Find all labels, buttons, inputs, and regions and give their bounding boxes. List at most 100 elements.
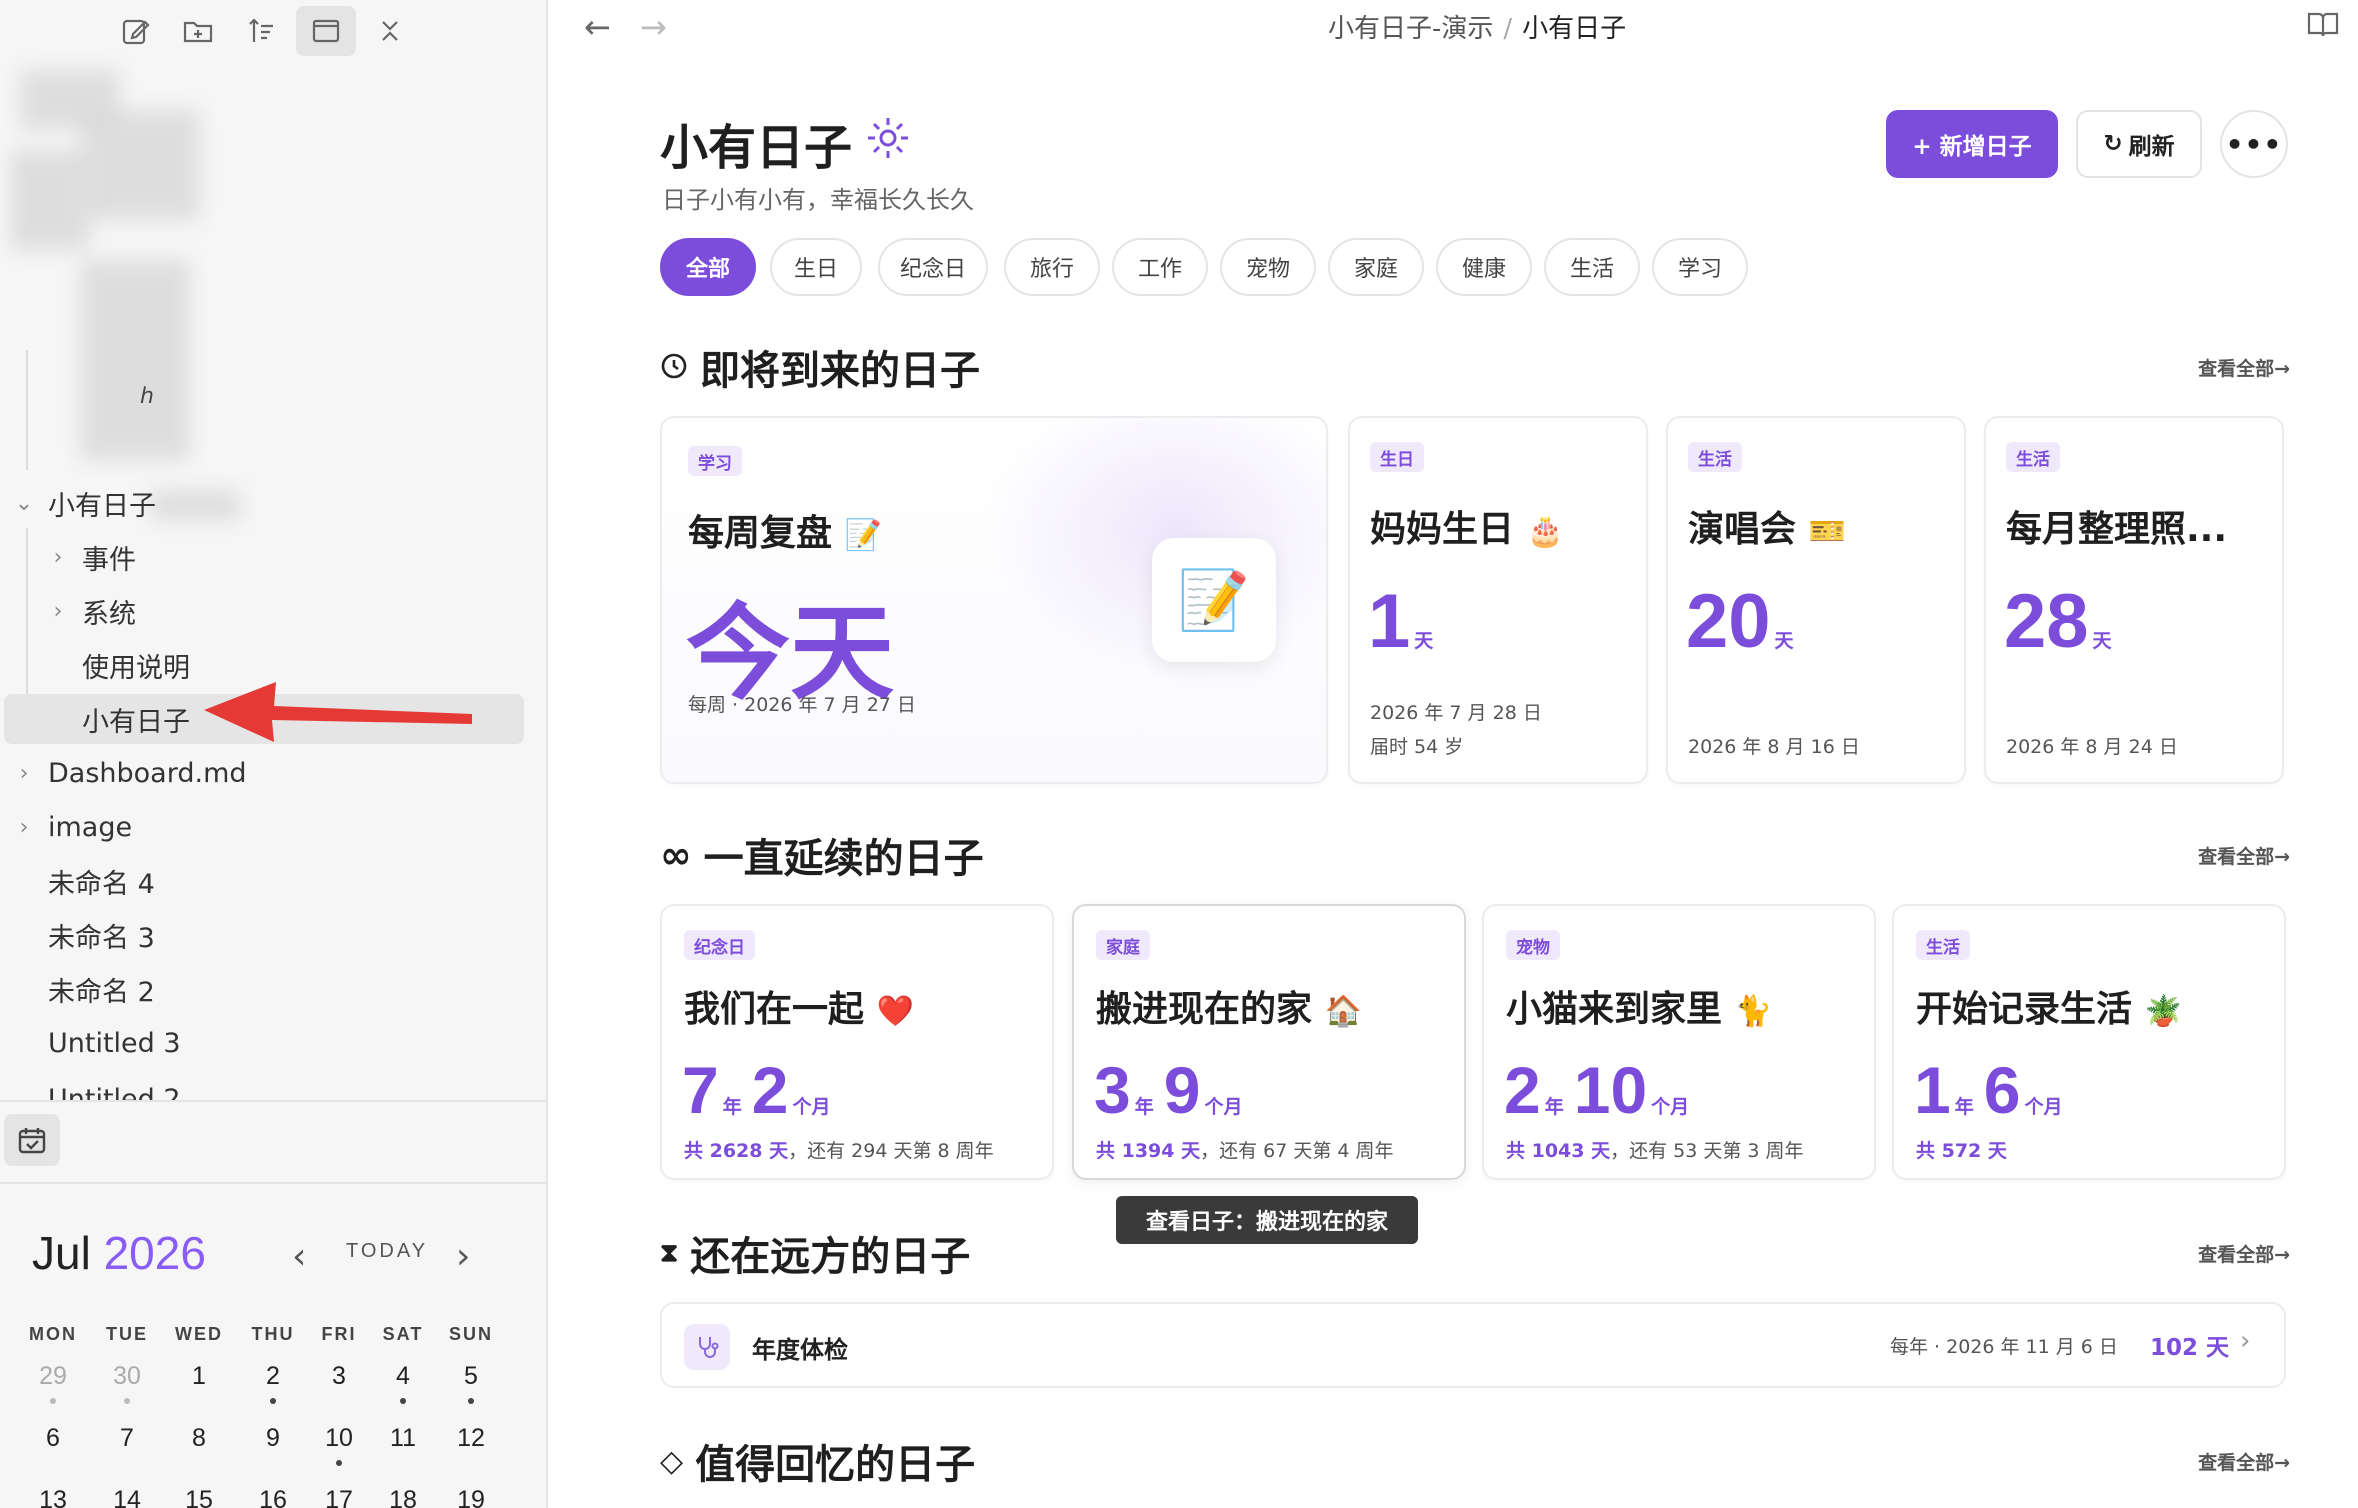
filter-chip[interactable]: 旅行	[1004, 238, 1100, 296]
forward-arrow-icon[interactable]: →	[640, 8, 667, 46]
calendar-day[interactable]: 4	[368, 1362, 438, 1391]
filter-chip[interactable]: 工作	[1112, 238, 1208, 296]
breadcrumb-parent[interactable]: 小有日子-演示	[1328, 14, 1493, 44]
calendar-day[interactable]: 15	[164, 1486, 234, 1508]
continuing-card[interactable]: 生活 开始记录生活 🪴 1 年 6 个月 共 572 天	[1892, 904, 2286, 1180]
tree-label: Dashboard.md	[48, 757, 247, 789]
calendar-day[interactable]: 3	[304, 1362, 374, 1391]
filter-chip[interactable]: 生日	[770, 238, 862, 296]
card-emoji-icon: 🏠	[1324, 994, 1362, 1029]
reading-view-icon[interactable]	[2306, 10, 2340, 44]
filter-chip[interactable]: 生活	[1544, 238, 1640, 296]
hero-name: 每周复盘 📝	[688, 513, 882, 554]
far-list-item[interactable]: 年度体检 每年 · 2026 年 11 月 6 日 102 天 ›	[660, 1302, 2286, 1388]
chevron-right-icon: ›	[53, 544, 63, 570]
view-all-far-link[interactable]: 查看全部→	[2198, 1240, 2290, 1267]
upcoming-card[interactable]: 生活 演唱会 🎫 20 天 2026 年 8 月 16 日	[1666, 416, 1966, 784]
filter-chip[interactable]: 家庭	[1328, 238, 1424, 296]
calendar-next-icon[interactable]: ›	[456, 1236, 470, 1277]
tree-folder-events[interactable]: › 事件	[0, 532, 546, 582]
far-item-meta: 每年 · 2026 年 11 月 6 日	[1890, 1336, 2118, 1358]
view-all-upcoming-link[interactable]: 查看全部→	[2198, 354, 2290, 381]
filter-chip[interactable]: 宠物	[1220, 238, 1316, 296]
countdown-number: 20 天	[1686, 579, 1794, 664]
hero-meta: 每周 · 2026 年 7 月 27 日	[688, 694, 916, 716]
view-all-continuing-link[interactable]: 查看全部→	[2198, 842, 2290, 869]
card-name: 我们在一起 ❤️	[684, 989, 914, 1030]
tree-label: 未命名 3	[48, 922, 155, 954]
calendar-day[interactable]: 10	[304, 1424, 374, 1453]
tree-file-untitled-3[interactable]: 未命名 3	[0, 910, 546, 960]
breadcrumb: 小有日子-演示 / 小有日子	[1328, 8, 1626, 45]
tree-folder-system[interactable]: › 系统	[0, 586, 546, 636]
clock-icon	[660, 344, 688, 390]
memo-icon: 📝	[1177, 565, 1251, 634]
calendar-day[interactable]: 29	[18, 1362, 88, 1391]
calendar-event-dot	[400, 1398, 406, 1404]
calendar-day[interactable]: 18	[368, 1486, 438, 1508]
filter-chip[interactable]: 全部	[660, 238, 756, 296]
new-note-icon[interactable]	[106, 6, 166, 56]
calendar-prev-icon[interactable]: ‹	[292, 1236, 306, 1277]
calendar-day[interactable]: 7	[92, 1424, 162, 1453]
filter-chip[interactable]: 纪念日	[878, 238, 988, 296]
calendar-day[interactable]: 12	[436, 1424, 506, 1453]
tree-folder-xiaoyou[interactable]: ⌄ 小有日子	[0, 478, 546, 528]
breadcrumb-current[interactable]: 小有日子	[1522, 14, 1626, 44]
filter-chip[interactable]: 学习	[1652, 238, 1748, 296]
view-all-memory-link[interactable]: 查看全部→	[2198, 1448, 2290, 1475]
calendar-day[interactable]: 14	[92, 1486, 162, 1508]
blurred-char: ℎ	[140, 384, 154, 409]
page-subtitle: 日子小有小有，幸福长久长久	[662, 186, 974, 214]
calendar-day[interactable]: 8	[164, 1424, 234, 1453]
calendar-day[interactable]: 5	[436, 1362, 506, 1391]
card-emoji-icon: 🎫	[1808, 514, 1846, 549]
calendar-day[interactable]: 2	[238, 1362, 308, 1391]
countdown-unit: 天	[1414, 630, 1434, 652]
calendar-check-icon[interactable]	[4, 1114, 60, 1166]
tree-folder-dashboard[interactable]: › Dashboard.md	[0, 748, 546, 798]
continuing-card[interactable]: 家庭 搬进现在的家 🏠 3 年 9 个月 共 1394 天，还有 67 天第 4 周年	[1072, 904, 1466, 1180]
calendar-day[interactable]: 6	[18, 1424, 88, 1453]
add-day-button[interactable]: + 新增日子	[1886, 110, 2058, 178]
filter-chip[interactable]: 健康	[1436, 238, 1532, 296]
category-tag: 纪念日	[684, 930, 755, 960]
memo-icon-box: 📝	[1152, 538, 1276, 662]
continuing-card[interactable]: 纪念日 我们在一起 ❤️ 7 年 2 个月 共 2628 天，还有 294 天第 8 …	[660, 904, 1054, 1180]
more-button[interactable]: •••	[2220, 110, 2288, 178]
tree-file-untitled-en-2[interactable]: Untitled 2	[0, 1072, 546, 1100]
category-tag: 生活	[2006, 442, 2060, 472]
calendar-day[interactable]: 17	[304, 1486, 374, 1508]
tree-label: 使用说明	[82, 652, 190, 684]
new-folder-icon[interactable]	[168, 6, 228, 56]
tree-file-untitled-4[interactable]: 未命名 4	[0, 856, 546, 906]
category-tag: 学习	[688, 446, 742, 476]
calendar-weekday: SAT	[382, 1324, 424, 1344]
calendar-today-button[interactable]: TODAY	[346, 1240, 428, 1263]
back-arrow-icon[interactable]: ←	[584, 8, 611, 46]
calendar-day[interactable]: 16	[238, 1486, 308, 1508]
hero-card[interactable]: 学习 每周复盘 📝 今天 每周 · 2026 年 7 月 27 日 📝	[660, 416, 1328, 784]
refresh-button[interactable]: ↻ 刷新	[2076, 110, 2202, 178]
calendar-day[interactable]: 11	[368, 1424, 438, 1453]
section-label: 值得回忆的日子	[695, 1442, 976, 1488]
upcoming-card[interactable]: 生活 每月整理照... 28 天 2026 年 8 月 24 日	[1984, 416, 2284, 784]
collapse-view-icon[interactable]	[296, 6, 356, 56]
calendar-day[interactable]: 1	[164, 1362, 234, 1391]
calendar-day[interactable]: 9	[238, 1424, 308, 1453]
tree-label: Untitled 2	[48, 1084, 181, 1100]
tree-label: 系统	[82, 598, 136, 630]
tree-file-untitled-2[interactable]: 未命名 2	[0, 964, 546, 1014]
upcoming-card[interactable]: 生日 妈妈生日 🎂 1天 2026 年 7 月 28 日 届时 54 岁	[1348, 416, 1648, 784]
tree-folder-image[interactable]: › image	[0, 802, 546, 852]
calendar-day[interactable]: 30	[92, 1362, 162, 1391]
collapse-all-icon[interactable]	[360, 6, 420, 56]
sort-icon[interactable]	[232, 6, 292, 56]
continuing-card[interactable]: 宠物 小猫来到家里 🐈 2 年 10 个月 共 1043 天，还有 53 天第 3 周…	[1482, 904, 1876, 1180]
calendar-day[interactable]: 19	[436, 1486, 506, 1508]
tree-file-untitled-en-3[interactable]: Untitled 3	[0, 1018, 546, 1068]
calendar-weekday: TUE	[106, 1324, 148, 1344]
blurred-region	[10, 150, 90, 250]
countdown-number: 1天	[1368, 579, 1434, 664]
calendar-day[interactable]: 13	[18, 1486, 88, 1508]
